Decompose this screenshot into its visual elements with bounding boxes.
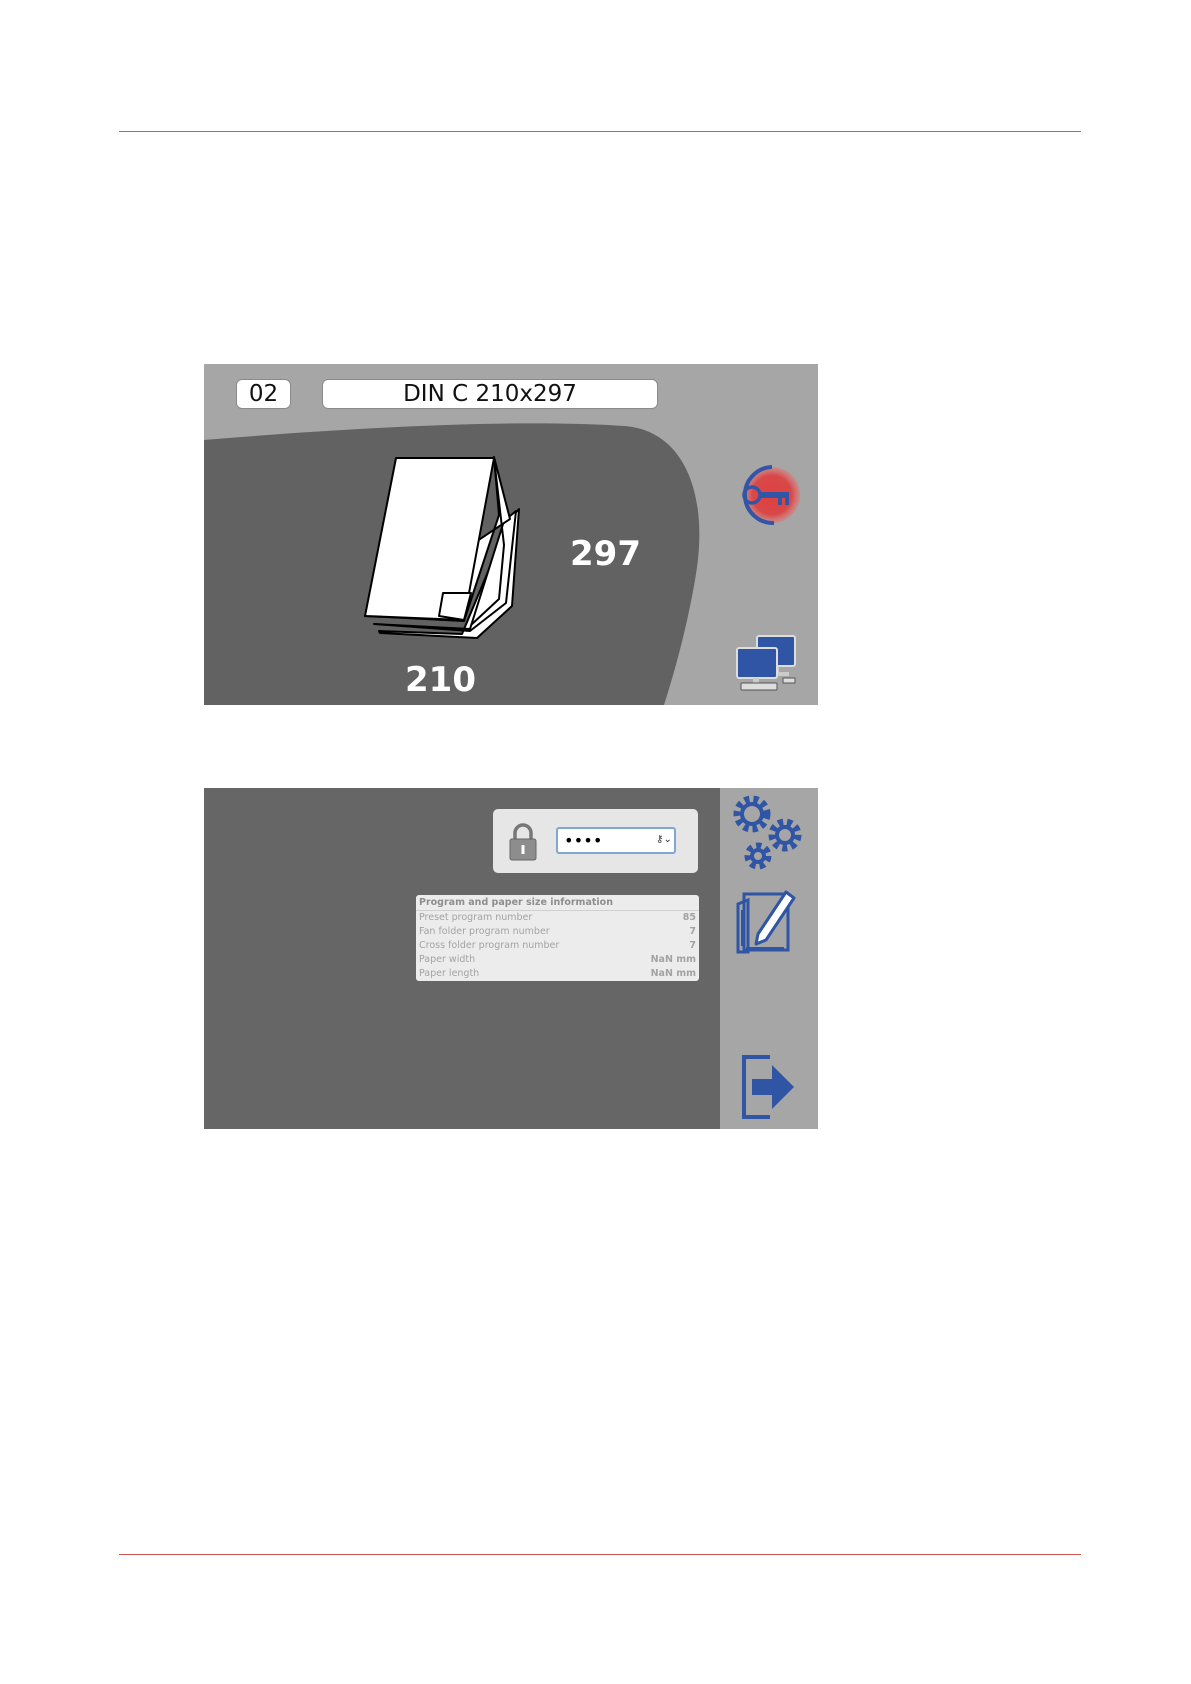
settings-login-screen: ⚷⌄ Program and paper size information Pr… — [204, 788, 818, 1129]
table-row: Paper width NaN mm — [416, 953, 699, 967]
table-row: Paper length NaN mm — [416, 967, 699, 981]
info-label: Cross folder program number — [419, 940, 560, 951]
info-label: Paper length — [419, 968, 480, 979]
key-icon[interactable] — [734, 461, 804, 531]
info-value: 7 — [689, 926, 696, 937]
table-row: Cross folder program number 7 — [416, 939, 699, 953]
program-info-table: Program and paper size information Prese… — [416, 895, 699, 981]
table-row: Preset program number 85 — [416, 911, 699, 925]
password-key-toggle[interactable]: ⚷⌄ — [656, 832, 672, 848]
table-row: Fan folder program number 7 — [416, 925, 699, 939]
edit-paper-icon[interactable] — [736, 886, 800, 954]
paper-width-label: 210 — [405, 660, 476, 700]
gears-icon[interactable] — [730, 792, 810, 874]
info-label: Preset program number — [419, 912, 533, 923]
footer-rule — [119, 1554, 1081, 1555]
header-rule — [119, 131, 1081, 132]
network-computers-icon[interactable] — [735, 634, 799, 694]
login-panel: ⚷⌄ — [493, 809, 698, 873]
info-label: Fan folder program number — [419, 926, 550, 937]
info-value: 85 — [682, 912, 696, 923]
program-number-field[interactable]: 02 — [236, 379, 291, 409]
info-value: NaN mm — [650, 968, 696, 979]
paper-length-label: 297 — [570, 534, 641, 574]
info-label: Paper width — [419, 954, 476, 965]
folded-paper-icon — [364, 456, 520, 639]
info-value: NaN mm — [650, 954, 696, 965]
info-value: 7 — [689, 940, 696, 951]
program-name-field[interactable]: DIN C 210x297 — [322, 379, 658, 409]
fold-program-screen: 02 DIN C 210x297 297 210 — [204, 364, 818, 705]
lock-icon — [509, 823, 537, 861]
exit-icon[interactable] — [740, 1053, 798, 1121]
info-table-title: Program and paper size information — [416, 895, 699, 911]
